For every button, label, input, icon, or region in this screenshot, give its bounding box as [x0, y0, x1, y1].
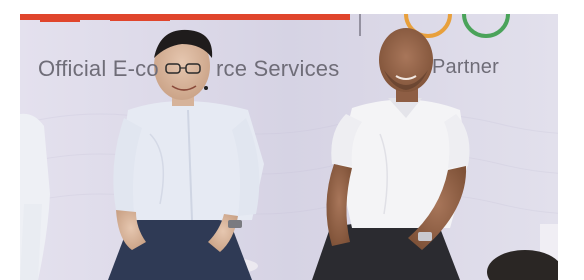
banner-text-right: Partner — [432, 56, 499, 78]
banner-text-middle: rce Services — [216, 56, 340, 81]
banner-text-left: Official E-co — [38, 56, 159, 81]
photo-frame: Official E-co rce Services Partner — [0, 0, 584, 280]
brand-logo-fragment — [110, 14, 170, 21]
scene-illustration — [20, 14, 558, 280]
brand-logo-fragment — [200, 14, 290, 20]
brand-logo-fragment — [40, 14, 80, 22]
backdrop — [20, 14, 558, 280]
stage-photo: Official E-co rce Services Partner — [20, 14, 558, 280]
